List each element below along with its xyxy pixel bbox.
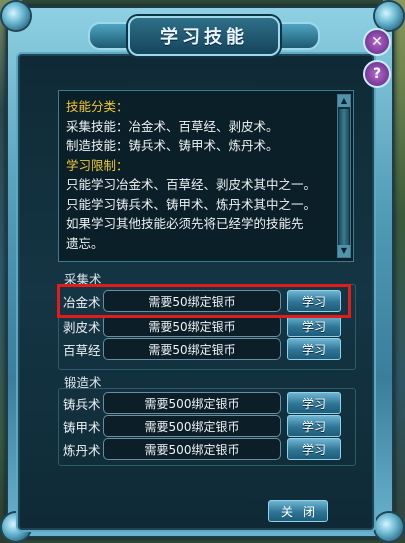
skill-name: 铸甲术 [63,420,101,435]
skill-name: 炼丹术 [63,443,101,458]
description-text: 技能分类： 采集技能：冶金术、百草经、剥皮术。 制造技能：铸兵术、铸甲术、炼丹术… [66,97,332,253]
description-scrollbar[interactable]: ▲ ▼ [337,94,351,258]
description-line: 只能学习铸兵术、铸甲术、炼丹术其中之一。 [66,196,317,212]
learn-button[interactable]: 学习 [287,338,341,360]
skill-row: 炼丹术 需要500绑定银币 学习 [63,438,353,460]
skill-cost-field: 需要50绑定银币 [103,338,281,360]
frame-corner-ornament [375,513,403,541]
skill-cost-field: 需要500绑定银币 [103,438,281,460]
frame-corner-ornament [375,2,403,30]
description-line: 遗忘。 [66,235,104,251]
skill-row: 铸兵术 需要500绑定银币 学习 [63,392,353,414]
help-icon[interactable]: ? [363,60,391,88]
scroll-down-arrow-icon[interactable]: ▼ [338,245,350,257]
description-line: 如果学习其他技能必须先将已经学的技能先 [66,216,304,231]
learn-button[interactable]: 学习 [287,415,341,437]
close-icon[interactable]: ✕ [363,28,391,56]
learn-button[interactable]: 学习 [287,438,341,460]
skill-row: 剥皮术 需要50绑定银币 学习 [63,315,353,337]
selection-highlight [57,284,351,318]
description-line: 技能分类： [66,99,129,114]
skill-name: 剥皮术 [63,320,101,335]
dialog-title: 学习技能 [128,16,280,56]
skill-row: 百草经 需要50绑定银币 学习 [63,338,353,360]
scroll-thumb[interactable] [339,109,349,245]
learn-button[interactable]: 学习 [287,392,341,414]
close-button[interactable]: 关闭 [268,500,328,522]
skill-cost-field: 需要50绑定银币 [103,315,281,337]
skill-row: 铸甲术 需要500绑定银币 学习 [63,415,353,437]
description-line: 学习限制： [66,157,129,173]
frame-corner-ornament [2,2,30,30]
skill-name: 百草经 [63,343,101,358]
skill-name: 铸兵术 [63,397,101,412]
learn-button[interactable]: 学习 [287,315,341,337]
description-line: 只能学习冶金术、百草经、剥皮术其中之一。 [66,177,317,192]
skill-cost-field: 需要500绑定银币 [103,415,281,437]
dialog-title-text: 学习技能 [160,27,248,48]
scroll-up-arrow-icon[interactable]: ▲ [338,95,350,107]
skill-cost-field: 需要500绑定银币 [103,392,281,414]
description-panel: 技能分类： 采集技能：冶金术、百草经、剥皮术。 制造技能：铸兵术、铸甲术、炼丹术… [58,90,354,262]
description-line: 制造技能：铸兵术、铸甲术、炼丹术。 [66,138,279,153]
description-line: 采集技能：冶金术、百草经、剥皮术。 [66,118,279,134]
